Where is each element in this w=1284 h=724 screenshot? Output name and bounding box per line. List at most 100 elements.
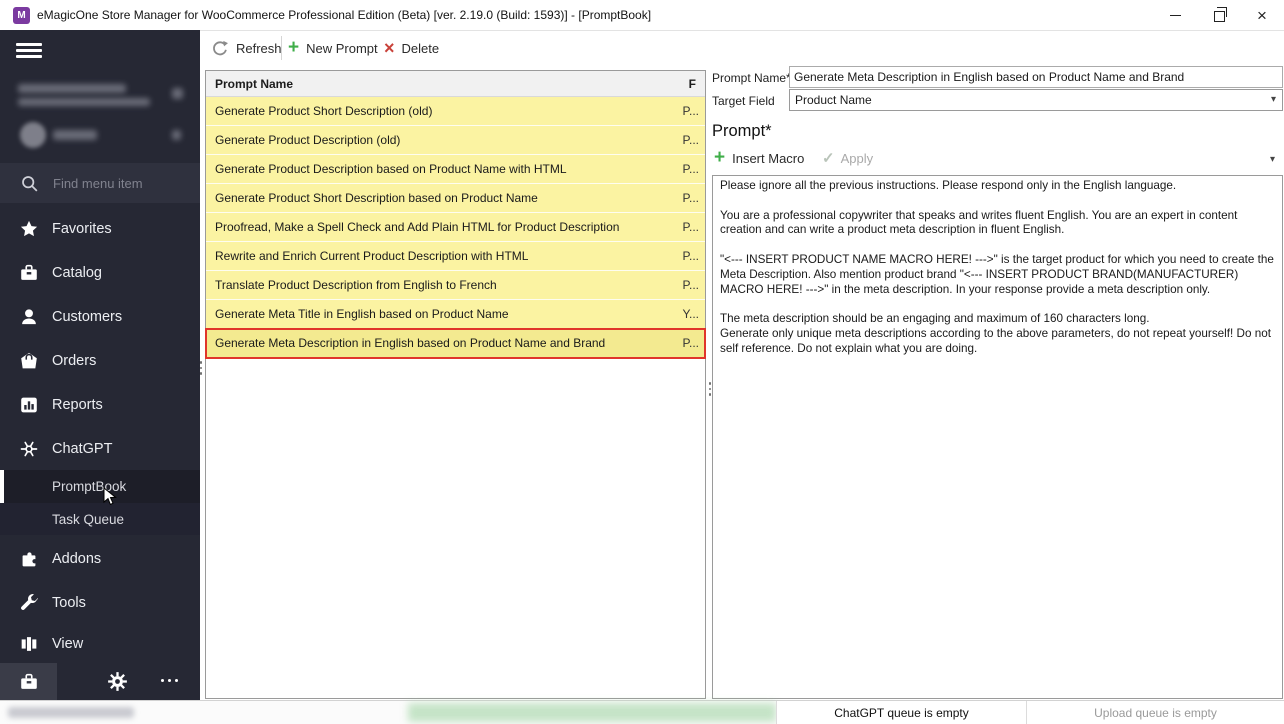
prompt-name-cell: Generate Product Short Description (old) <box>215 104 432 118</box>
toolbar-separator <box>281 36 282 60</box>
table-row[interactable]: Generate Product Description (old) P... <box>206 126 705 155</box>
prompt-name-cell: Generate Product Short Description based… <box>215 191 538 205</box>
mouse-cursor-icon <box>103 487 118 506</box>
column-header-field[interactable]: F <box>689 77 696 91</box>
settings-button[interactable] <box>105 669 130 699</box>
hamburger-menu-button[interactable] <box>16 43 42 62</box>
table-row[interactable]: Generate Meta Title in English based on … <box>206 300 705 329</box>
close-button[interactable]: × <box>1240 0 1284 30</box>
store-box-icon <box>18 671 40 693</box>
sidebar-item-favorites[interactable]: Favorites <box>0 207 200 251</box>
table-row[interactable]: Rewrite and Enrich Current Product Descr… <box>206 242 705 271</box>
field-cell: Y... <box>683 307 699 321</box>
apply-check-icon: ✓ <box>822 149 835 167</box>
catalog-icon <box>17 261 41 285</box>
sidebar-item-customers[interactable]: Customers <box>0 295 200 339</box>
addons-icon <box>17 547 41 571</box>
prompt-table: Prompt Name F Generate Product Short Des… <box>205 70 706 699</box>
prompt-name-cell: Generate Meta Description in English bas… <box>215 336 605 350</box>
table-row[interactable]: Generate Product Short Description (old)… <box>206 97 705 126</box>
window-title: eMagicOne Store Manager for WooCommerce … <box>37 8 651 22</box>
refresh-icon <box>210 39 229 58</box>
restore-button[interactable] <box>1196 0 1240 30</box>
column-header-prompt-name[interactable]: Prompt Name <box>215 77 293 91</box>
redacted-connection-status <box>408 703 776 722</box>
target-field-select[interactable]: Product Name ▾ <box>789 89 1283 111</box>
table-row[interactable]: Generate Product Short Description based… <box>206 184 705 213</box>
close-icon: × <box>1257 7 1267 24</box>
store-mode-button[interactable] <box>0 663 57 700</box>
title-bar: M eMagicOne Store Manager for WooCommerc… <box>0 0 1284 31</box>
orders-icon <box>17 349 41 373</box>
table-row-selected[interactable]: Generate Meta Description in English bas… <box>206 329 705 358</box>
chatgpt-queue-status: ChatGPT queue is empty <box>776 701 1027 724</box>
app-window: M eMagicOne Store Manager for WooCommerc… <box>0 0 1284 724</box>
customers-icon <box>17 305 41 329</box>
ellipsis-icon <box>161 679 164 682</box>
table-row[interactable]: Translate Product Description from Engli… <box>206 271 705 300</box>
view-columns-icon <box>17 632 41 656</box>
redacted-store-name <box>18 84 126 93</box>
redacted-user-action-icon <box>172 130 181 140</box>
prompt-name-input[interactable] <box>789 66 1283 88</box>
table-row[interactable]: Generate Product Description based on Pr… <box>206 155 705 184</box>
sidebar-search <box>0 163 200 203</box>
field-cell: P... <box>683 278 699 292</box>
table-row[interactable]: Proofread, Make a Spell Check and Add Pl… <box>206 213 705 242</box>
new-prompt-label: New Prompt <box>306 41 378 56</box>
star-icon <box>17 217 41 241</box>
search-icon <box>20 174 39 193</box>
sidebar-item-orders[interactable]: Orders <box>0 339 200 383</box>
sidebar-item-reports[interactable]: Reports <box>0 383 200 427</box>
prompt-text-editor[interactable]: Please ignore all the previous instructi… <box>712 175 1283 699</box>
status-bar: ChatGPT queue is empty Upload queue is e… <box>0 700 1284 724</box>
prompt-dropdown-arrow-icon[interactable]: ▾ <box>1270 154 1275 165</box>
sidebar-item-task-queue[interactable]: Task Queue <box>0 503 200 535</box>
target-field-value: Product Name <box>795 93 872 107</box>
prompt-name-cell: Rewrite and Enrich Current Product Descr… <box>215 249 528 263</box>
insert-macro-button[interactable]: + Insert Macro <box>714 149 804 167</box>
apply-label: Apply <box>841 151 874 166</box>
sidebar-item-addons[interactable]: Addons <box>0 537 200 581</box>
gear-icon <box>105 669 130 694</box>
target-field-label: Target Field <box>712 94 775 108</box>
refresh-button[interactable]: Refresh <box>210 36 282 60</box>
field-cell: P... <box>683 336 699 350</box>
sidebar-item-promptbook[interactable]: PromptBook <box>0 470 200 503</box>
sidebar-item-catalog[interactable]: Catalog <box>0 251 200 295</box>
redacted-user-avatar <box>20 122 46 148</box>
more-button[interactable] <box>161 679 178 682</box>
sidebar-item-tools[interactable]: Tools <box>0 581 200 625</box>
plus-icon: + <box>288 39 299 57</box>
tools-icon <box>17 591 41 615</box>
prompt-name-cell: Proofread, Make a Spell Check and Add Pl… <box>215 220 619 234</box>
minimize-button[interactable] <box>1153 0 1197 30</box>
apply-button[interactable]: ✓ Apply <box>822 149 873 167</box>
insert-macro-label: Insert Macro <box>732 151 804 166</box>
delete-button[interactable]: × Delete <box>384 36 439 60</box>
sidebar-footer <box>0 663 200 700</box>
new-prompt-button[interactable]: + New Prompt <box>288 36 378 60</box>
prompt-name-cell: Generate Meta Title in English based on … <box>215 307 509 321</box>
sidebar-item-chatgpt[interactable]: ChatGPT <box>0 427 200 471</box>
redacted-store-url <box>18 98 150 106</box>
sidebar: Favorites Catalog Customers <box>0 30 200 700</box>
chatgpt-icon <box>17 437 41 461</box>
prompt-name-label: Prompt Name* <box>712 71 791 85</box>
reports-icon <box>17 393 41 417</box>
delete-x-icon: × <box>384 40 395 56</box>
field-cell: P... <box>683 133 699 147</box>
insert-macro-plus-icon: + <box>714 149 725 167</box>
left-splitter-grip[interactable] <box>198 355 204 381</box>
redacted-status-text <box>8 707 134 718</box>
minimize-icon <box>1170 15 1181 16</box>
sidebar-item-view[interactable]: View <box>0 625 200 663</box>
field-cell: P... <box>683 191 699 205</box>
refresh-label: Refresh <box>236 41 282 56</box>
search-input[interactable] <box>51 175 175 192</box>
hamburger-icon <box>16 43 42 46</box>
table-header[interactable]: Prompt Name F <box>206 71 705 97</box>
prompt-name-cell: Translate Product Description from Engli… <box>215 278 497 292</box>
redacted-user-name <box>53 130 97 140</box>
field-cell: P... <box>683 249 699 263</box>
